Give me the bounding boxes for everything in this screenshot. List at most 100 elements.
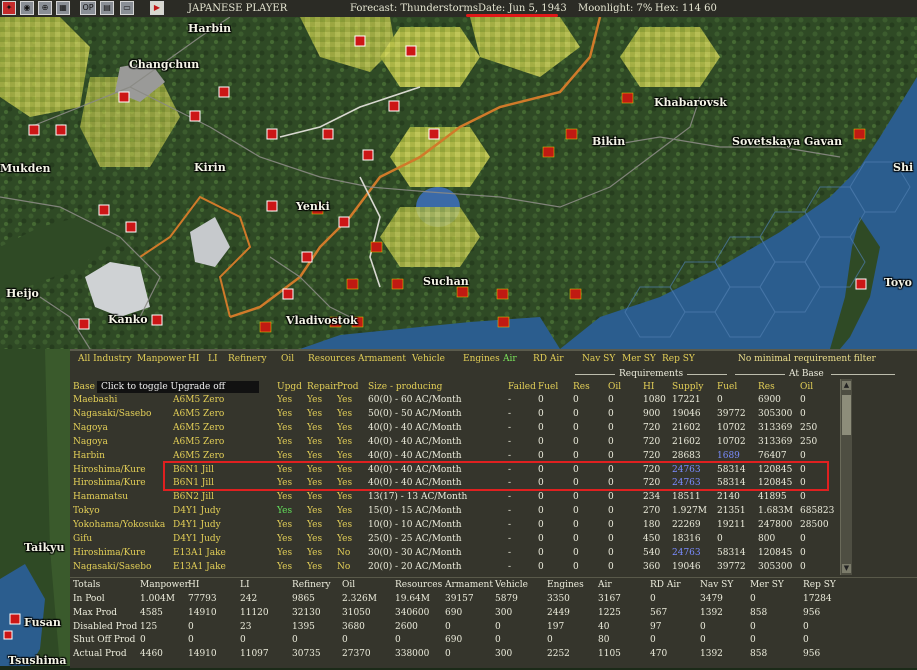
- row-prod[interactable]: Yes: [337, 492, 352, 502]
- filter-hi[interactable]: HI: [188, 354, 199, 364]
- row-prod[interactable]: Yes: [337, 451, 352, 461]
- row-req-res: 0: [573, 547, 579, 558]
- scroll-thumb[interactable]: [842, 395, 851, 435]
- row-repair[interactable]: Yes: [307, 395, 322, 405]
- col-base-oil[interactable]: Oil: [800, 382, 813, 392]
- row-repair[interactable]: Yes: [307, 520, 322, 530]
- row-upgd[interactable]: Yes: [277, 451, 292, 461]
- totals-value: 0: [750, 621, 756, 632]
- row-size: 50(0) - 50 AC/Month: [368, 408, 462, 419]
- totals-row-label: Shut Off Prod: [73, 635, 136, 646]
- totals-value: 470: [650, 649, 668, 660]
- filter-nav-sy[interactable]: Nav SY: [582, 354, 615, 364]
- col-req-oil[interactable]: Oil: [608, 382, 621, 392]
- row-prod[interactable]: No: [337, 562, 350, 572]
- op-button[interactable]: OP: [80, 1, 96, 15]
- row-upgd[interactable]: Yes: [277, 534, 292, 544]
- row-prod[interactable]: Yes: [337, 534, 352, 544]
- flag-icon[interactable]: ✦: [2, 1, 16, 15]
- scroll-down-icon[interactable]: ▼: [842, 564, 851, 573]
- filter-oil[interactable]: Oil: [281, 354, 294, 364]
- row-repair[interactable]: Yes: [307, 409, 322, 419]
- totals-value: 3680: [342, 621, 365, 632]
- row-upgd[interactable]: Yes: [277, 409, 292, 419]
- city-label: Tsushima: [8, 654, 67, 667]
- row-repair[interactable]: Yes: [307, 548, 322, 558]
- min-requirement-filter[interactable]: No minimal requirement filter: [738, 354, 876, 364]
- row-upgd[interactable]: Yes: [277, 395, 292, 405]
- row-upgd[interactable]: Yes: [277, 423, 292, 433]
- col-failed[interactable]: Failed: [508, 382, 536, 392]
- filter-all-industry[interactable]: All Industry: [78, 354, 132, 364]
- col-base-res[interactable]: Res: [758, 382, 775, 392]
- filter-manpower[interactable]: Manpower: [137, 354, 186, 364]
- totals-value: 1225: [598, 607, 621, 618]
- totals-value: 0: [803, 621, 809, 632]
- row-repair[interactable]: Yes: [307, 423, 322, 433]
- row-upgd[interactable]: Yes: [277, 437, 292, 447]
- target-icon[interactable]: ⊕: [38, 1, 52, 15]
- window-icon[interactable]: ▭: [120, 1, 134, 15]
- map-view[interactable]: Harbin Changchun Khabarovsk Mukden Kirin…: [0, 17, 917, 349]
- city-label: Toyo: [884, 276, 912, 289]
- row-prod[interactable]: Yes: [337, 520, 352, 530]
- totals-value: 14910: [188, 607, 217, 618]
- filter-engines[interactable]: Engines: [463, 354, 500, 364]
- row-repair[interactable]: Yes: [307, 534, 322, 544]
- col-base-fuel[interactable]: Fuel: [717, 382, 737, 392]
- totals-value: 3350: [547, 594, 570, 604]
- row-base-fuel: 10702: [717, 422, 746, 433]
- totals-value: 690: [445, 635, 463, 646]
- globe-icon[interactable]: ◉: [20, 1, 34, 15]
- row-aircraft: D4Y1 Judy: [173, 506, 221, 517]
- row-repair[interactable]: Yes: [307, 492, 322, 502]
- row-upgd[interactable]: Yes: [277, 520, 292, 530]
- scrollbar[interactable]: ▲ ▼: [840, 379, 852, 575]
- filter-air[interactable]: Air: [503, 354, 517, 364]
- filter-rep-sy[interactable]: Rep SY: [662, 354, 695, 364]
- filter-mer-sy[interactable]: Mer SY: [622, 354, 656, 364]
- col-req-res[interactable]: Res: [573, 382, 590, 392]
- col-hi[interactable]: HI: [643, 382, 654, 392]
- col-req-fuel[interactable]: Fuel: [538, 382, 558, 392]
- scroll-up-icon[interactable]: ▲: [842, 381, 851, 390]
- row-upgd[interactable]: Yes: [277, 562, 292, 572]
- row-prod[interactable]: Yes: [337, 437, 352, 447]
- filter-armament[interactable]: Armament: [358, 354, 406, 364]
- row-upgd[interactable]: Yes: [277, 506, 292, 516]
- col-prod[interactable]: Prod: [337, 382, 359, 392]
- row-prod[interactable]: No: [337, 548, 350, 558]
- grid-icon[interactable]: ▦: [56, 1, 70, 15]
- totals-value: 4460: [140, 649, 163, 660]
- row-prod[interactable]: Yes: [337, 395, 352, 405]
- row-upgd[interactable]: Yes: [277, 492, 292, 502]
- map-left-strip[interactable]: Taikyu Fusan Tsushima: [0, 349, 70, 667]
- totals-value: 0: [395, 635, 401, 646]
- row-upgd[interactable]: Yes: [277, 548, 292, 558]
- row-repair[interactable]: Yes: [307, 562, 322, 572]
- col-supply[interactable]: Supply: [672, 382, 703, 392]
- row-size: 40(0) - 40 AC/Month: [368, 436, 462, 447]
- row-repair[interactable]: Yes: [307, 437, 322, 447]
- row-repair[interactable]: Yes: [307, 451, 322, 461]
- row-prod[interactable]: Yes: [337, 409, 352, 419]
- col-repair[interactable]: Repair: [307, 382, 337, 392]
- city-label: Changchun: [129, 58, 200, 71]
- play-icon[interactable]: ▶: [150, 1, 164, 15]
- map-icon[interactable]: ▤: [100, 1, 114, 15]
- row-failed: -: [508, 520, 512, 531]
- filter-li[interactable]: LI: [208, 354, 218, 364]
- filter-vehicle[interactable]: Vehicle: [412, 354, 445, 364]
- col-upgd[interactable]: Upgd: [277, 382, 302, 392]
- col-base[interactable]: Base: [73, 382, 95, 392]
- row-repair[interactable]: Yes: [307, 506, 322, 516]
- col-size[interactable]: Size - producing: [368, 382, 442, 392]
- filter-resources[interactable]: Resources: [308, 354, 355, 364]
- row-req-oil: 0: [608, 450, 614, 461]
- filter-rd-air[interactable]: RD Air: [533, 354, 564, 364]
- totals-value: 0: [750, 635, 756, 646]
- top-bar: ✦ ◉ ⊕ ▦ OP ▤ ▭ ▶ JAPANESE PLAYER Forecas…: [0, 0, 917, 18]
- row-prod[interactable]: Yes: [337, 506, 352, 516]
- filter-refinery[interactable]: Refinery: [228, 354, 267, 364]
- row-prod[interactable]: Yes: [337, 423, 352, 433]
